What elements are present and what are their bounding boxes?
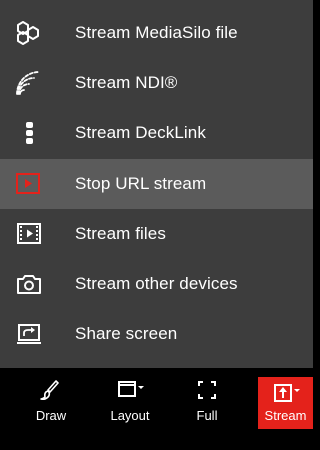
film-icon — [17, 223, 41, 244]
draw-button[interactable]: Draw — [22, 378, 80, 430]
stream-menu: Stream MediaSilo file Stream NDI® Stream… — [0, 0, 313, 368]
menu-item-label: Stream DeckLink — [75, 123, 206, 142]
menu-item-label: Stream NDI® — [75, 73, 178, 92]
stream-app: Stream MediaSilo file Stream NDI® Stream… — [0, 0, 313, 450]
menu-item-stream-other-devices[interactable]: Stream other devices — [0, 259, 313, 309]
menu-item-label: Stream other devices — [75, 274, 238, 293]
menu-item-label: Stop URL stream — [75, 174, 207, 193]
url-stream-icon — [16, 173, 40, 194]
layout-button[interactable]: Layout — [102, 378, 158, 430]
full-button[interactable]: Full — [180, 378, 234, 430]
screen-share-icon — [17, 324, 41, 344]
stream-button[interactable]: Stream — [258, 377, 313, 429]
menu-item-label: Stream MediaSilo file — [75, 23, 238, 42]
menu-item-stream-ndi[interactable]: Stream NDI® — [0, 58, 313, 108]
menu-item-stream-decklink[interactable]: Stream DeckLink — [0, 108, 313, 158]
menu-item-stream-files[interactable]: Stream files — [0, 209, 313, 259]
camera-icon — [17, 275, 41, 294]
fullscreen-icon — [198, 381, 216, 399]
stream-label: Stream — [264, 408, 307, 423]
decklink-icon — [26, 122, 33, 144]
full-label: Full — [196, 408, 218, 423]
mediasilo-icon — [17, 21, 39, 45]
brush-icon — [40, 380, 59, 401]
draw-label: Draw — [35, 408, 67, 423]
layout-label: Layout — [110, 408, 150, 423]
menu-item-stream-mediasilo-file[interactable]: Stream MediaSilo file — [0, 8, 313, 58]
layout-dropdown-icon — [118, 381, 144, 397]
menu-item-stop-url-stream[interactable]: Stop URL stream — [0, 159, 313, 209]
stream-dropdown-icon — [273, 384, 300, 402]
menu-item-label: Stream files — [75, 224, 166, 243]
menu-item-share-screen[interactable]: Share screen — [0, 309, 313, 359]
bottom-toolbar: Draw Layout Full Stream — [0, 368, 313, 450]
menu-item-label: Share screen — [75, 324, 178, 343]
ndi-signal-icon — [16, 71, 40, 95]
